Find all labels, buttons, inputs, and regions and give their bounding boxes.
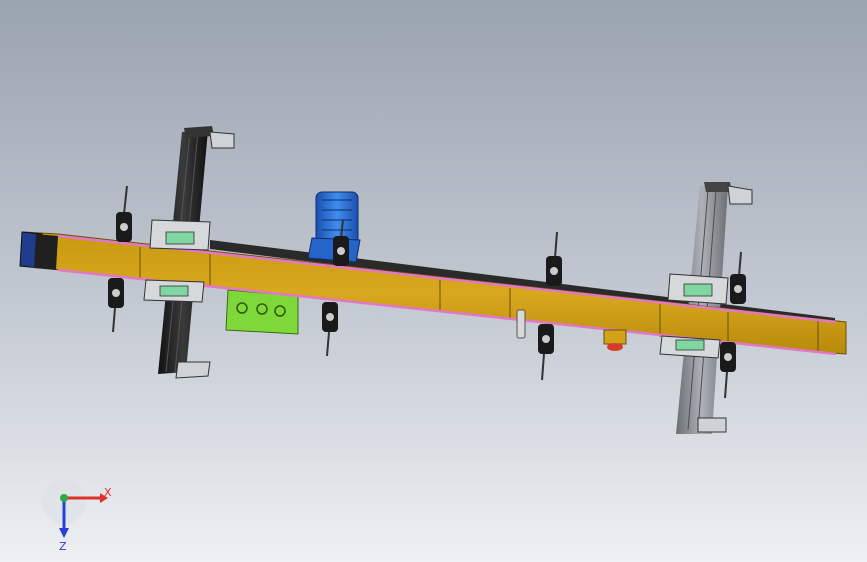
sensor-bracket-5[interactable] [546, 231, 562, 286]
sensor-bracket-6[interactable] [538, 324, 554, 381]
junction-box[interactable] [225, 289, 299, 335]
proximity-sensor[interactable] [516, 309, 526, 339]
y-axis-dot [60, 494, 68, 502]
sensor-bracket-4[interactable] [322, 302, 338, 357]
sensor-bracket-7[interactable] [730, 251, 746, 304]
sensor-bracket-2[interactable] [108, 278, 124, 333]
coordinate-triad-icon[interactable]: X Z [40, 478, 150, 558]
x-axis-label: X [104, 486, 112, 499]
sensor-bracket-1[interactable] [116, 185, 132, 242]
stop-button[interactable] [603, 329, 627, 351]
cad-viewport[interactable]: X Z [0, 0, 867, 562]
z-axis-label: Z [59, 540, 67, 553]
sensor-bracket-8[interactable] [720, 342, 736, 399]
z-axis-arrow [59, 528, 69, 538]
